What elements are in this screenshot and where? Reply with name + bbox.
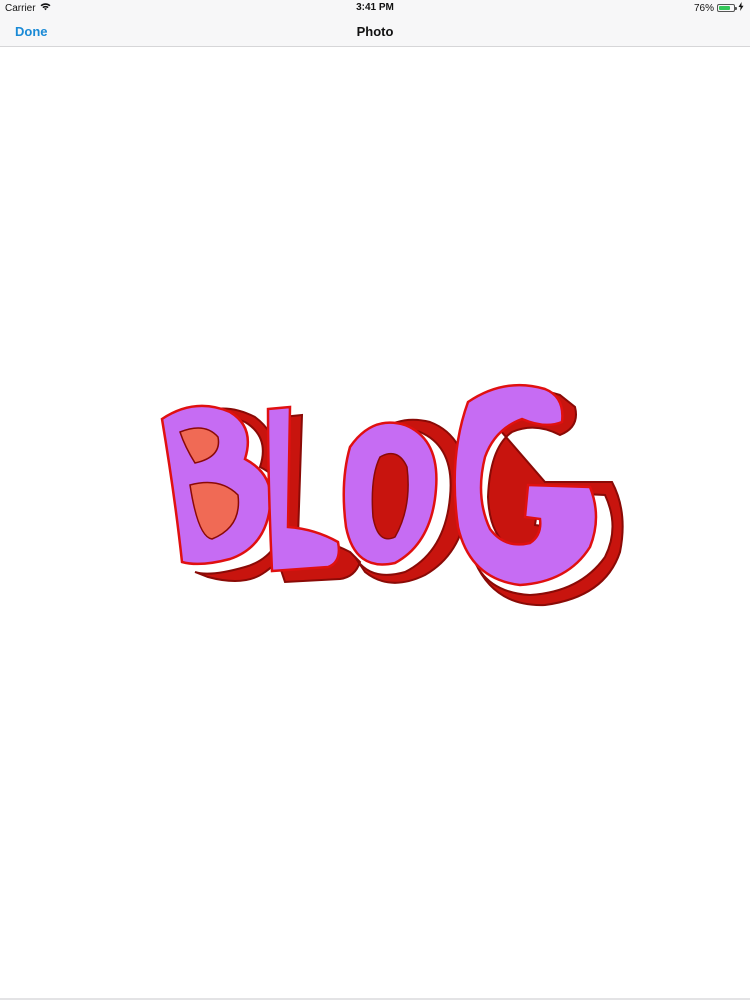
photo-content-area — [0, 47, 750, 997]
battery-fill — [719, 6, 730, 10]
navigation-bar: Done Photo — [0, 16, 750, 47]
status-bar: Carrier 3:41 PM 76% — [0, 0, 750, 16]
status-time: 3:41 PM — [356, 2, 394, 13]
page-title: Photo — [356, 24, 394, 39]
battery-percent: 76% — [693, 2, 714, 14]
status-right: 76% — [694, 2, 744, 14]
charging-icon — [738, 2, 744, 14]
photo-viewer-screen: Carrier 3:41 PM 76% Done Photo — [0, 0, 750, 1000]
battery-icon — [717, 4, 737, 12]
blog-photo[interactable] — [150, 367, 630, 617]
